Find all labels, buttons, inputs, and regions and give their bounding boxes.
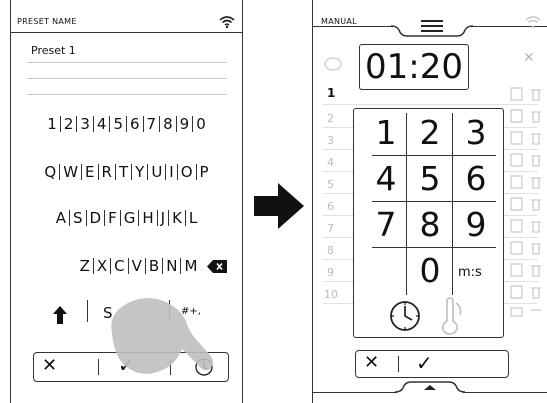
arrow-right-icon bbox=[254, 183, 304, 229]
divider bbox=[323, 104, 538, 105]
divider bbox=[27, 78, 227, 79]
food-probe-icon[interactable] bbox=[438, 297, 464, 335]
key-7[interactable]: 7 bbox=[366, 205, 406, 245]
key[interactable]: P bbox=[197, 164, 212, 180]
row-number: 7 bbox=[327, 222, 334, 235]
divider bbox=[27, 94, 227, 95]
action-bar: ✕ ✓ bbox=[355, 350, 509, 378]
row-action-icons bbox=[510, 87, 541, 317]
key[interactable]: S bbox=[70, 210, 87, 226]
key[interactable]: G bbox=[121, 210, 140, 226]
time-display: 01:20 bbox=[359, 44, 469, 90]
row-number: 4 bbox=[327, 156, 334, 169]
key[interactable]: N bbox=[163, 258, 182, 274]
key[interactable]: A bbox=[53, 210, 70, 226]
confirm-button[interactable]: ✓ bbox=[416, 351, 433, 375]
divider bbox=[372, 155, 496, 156]
number-key-row: 1 2 3 4 5 6 7 8 9 0 bbox=[11, 116, 242, 132]
row-number: 8 bbox=[327, 244, 334, 257]
row-number: 5 bbox=[327, 178, 334, 191]
key-9[interactable]: 9 bbox=[456, 205, 496, 245]
timer-icon[interactable] bbox=[388, 299, 422, 333]
key[interactable]: Z bbox=[77, 258, 94, 274]
screen-title: MANUAL bbox=[321, 17, 357, 26]
key[interactable]: E bbox=[82, 164, 99, 180]
key-8[interactable]: 8 bbox=[410, 205, 450, 245]
close-button[interactable]: ✕ bbox=[523, 50, 535, 66]
key-6[interactable]: 6 bbox=[456, 159, 496, 199]
key[interactable]: R bbox=[99, 164, 116, 180]
cancel-button[interactable]: ✕ bbox=[364, 352, 379, 373]
key[interactable]: 8 bbox=[160, 116, 177, 132]
key[interactable]: U bbox=[148, 164, 167, 180]
key[interactable]: Q bbox=[41, 164, 61, 180]
letter-key-row-1: Q W E R T Y U I O P bbox=[11, 164, 242, 180]
key[interactable]: H bbox=[139, 210, 158, 226]
key-0[interactable]: 0 bbox=[410, 251, 450, 291]
divider bbox=[372, 247, 496, 248]
key-2[interactable]: 2 bbox=[410, 113, 450, 153]
wifi-icon bbox=[525, 16, 541, 28]
key[interactable]: W bbox=[60, 164, 83, 180]
screen-title: PRESET NAME bbox=[17, 17, 77, 26]
key-1[interactable]: 1 bbox=[366, 113, 406, 153]
key[interactable]: 0 bbox=[193, 116, 209, 132]
key[interactable]: D bbox=[87, 210, 106, 226]
row-number: 2 bbox=[327, 112, 334, 125]
key[interactable]: X bbox=[94, 258, 112, 274]
key-3[interactable]: 3 bbox=[456, 113, 496, 153]
key[interactable]: 6 bbox=[127, 116, 144, 132]
row-number: 6 bbox=[327, 200, 334, 213]
divider bbox=[406, 113, 407, 295]
key[interactable]: C bbox=[111, 258, 129, 274]
key[interactable]: V bbox=[129, 258, 146, 274]
pressing-hand-icon bbox=[111, 298, 213, 374]
key[interactable]: 2 bbox=[61, 116, 78, 132]
numeric-keypad: 1 2 3 4 5 6 7 8 9 0 m:s bbox=[353, 108, 504, 338]
wifi-icon bbox=[219, 16, 235, 28]
key[interactable]: O bbox=[178, 164, 197, 180]
key-5[interactable]: 5 bbox=[410, 159, 450, 199]
divider bbox=[452, 113, 453, 295]
shift-icon[interactable] bbox=[53, 306, 67, 324]
key[interactable]: F bbox=[105, 210, 121, 226]
keyboard-screen: PRESET NAME Preset 1 1 2 3 4 5 6 7 8 9 0… bbox=[10, 0, 243, 403]
key[interactable]: J bbox=[158, 210, 170, 226]
menu-icon[interactable] bbox=[421, 17, 443, 35]
key[interactable]: 9 bbox=[177, 116, 194, 132]
key[interactable]: 7 bbox=[144, 116, 161, 132]
row-number: 10 bbox=[324, 288, 338, 301]
divider bbox=[27, 62, 227, 63]
row-number: 1 bbox=[327, 86, 336, 100]
key[interactable]: T bbox=[116, 164, 133, 180]
timer-entry-screen: MANUAL ✕ 1 2 3 4 5 6 7 8 9 10 01:20 1 2 … bbox=[312, 0, 547, 403]
key[interactable]: 1 bbox=[44, 116, 61, 132]
row-number: 3 bbox=[327, 134, 334, 147]
divider bbox=[98, 359, 99, 375]
key-4[interactable]: 4 bbox=[366, 159, 406, 199]
key[interactable]: 5 bbox=[110, 116, 127, 132]
row-number: 9 bbox=[327, 266, 334, 279]
key[interactable]: L bbox=[186, 210, 200, 226]
key[interactable]: B bbox=[146, 258, 164, 274]
preset-name-field[interactable]: Preset 1 bbox=[31, 44, 76, 57]
key[interactable]: I bbox=[166, 164, 178, 180]
divider bbox=[398, 356, 399, 372]
divider bbox=[372, 201, 496, 202]
header: MANUAL bbox=[313, 14, 547, 37]
cancel-button[interactable]: ✕ bbox=[42, 355, 57, 376]
key[interactable]: 4 bbox=[94, 116, 111, 132]
pot-icon bbox=[324, 57, 342, 71]
backspace-icon[interactable] bbox=[207, 260, 227, 273]
key[interactable]: 3 bbox=[77, 116, 94, 132]
letter-key-row-2: A S D F G H J K L bbox=[11, 210, 242, 226]
header: PRESET NAME bbox=[11, 14, 242, 33]
divider bbox=[87, 300, 88, 322]
key[interactable]: Y bbox=[132, 164, 149, 180]
key[interactable]: K bbox=[169, 210, 186, 226]
ms-toggle[interactable]: m:s bbox=[458, 265, 482, 280]
key[interactable]: M bbox=[181, 258, 200, 274]
bottom-tab[interactable] bbox=[395, 380, 465, 394]
